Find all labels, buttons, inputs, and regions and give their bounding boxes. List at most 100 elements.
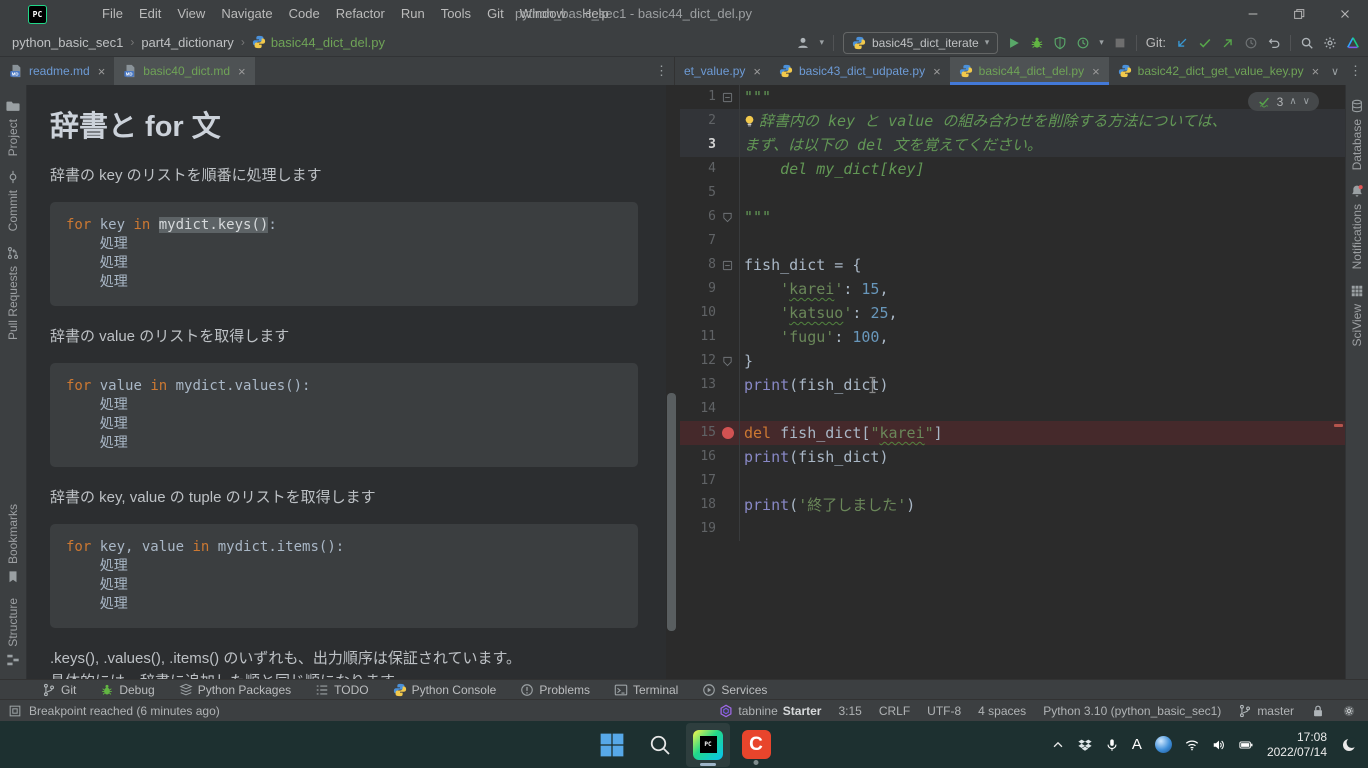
settings-badge-icon[interactable]: [1342, 704, 1356, 718]
editor-line-7[interactable]: 7: [680, 229, 1345, 253]
editor-line-10[interactable]: 10 'katsuo': 25,: [680, 301, 1345, 325]
lock-icon[interactable]: [1311, 704, 1325, 718]
tabnine-toolbar-icon[interactable]: [1346, 36, 1360, 50]
git-branch-widget[interactable]: master: [1238, 704, 1294, 718]
editor-tab-readme.md[interactable]: MDreadme.md×: [0, 57, 114, 85]
menu-edit[interactable]: Edit: [131, 0, 169, 28]
profiler-button[interactable]: [1076, 36, 1090, 50]
pycharm-taskbar-button[interactable]: PC: [686, 723, 730, 767]
search-everywhere-button[interactable]: [1300, 36, 1314, 50]
editor-line-12[interactable]: 12}: [680, 349, 1345, 373]
chevron-down-icon[interactable]: ∨: [1331, 65, 1339, 78]
editor-line-8[interactable]: 8fish_dict = {: [680, 253, 1345, 277]
taskbar-clock[interactable]: 17:08 2022/07/14: [1261, 730, 1333, 760]
indent-widget[interactable]: 4 spaces: [978, 704, 1026, 718]
fold-open-icon[interactable]: [722, 92, 733, 103]
stripe-item-pull-requests[interactable]: Pull Requests: [6, 246, 20, 340]
line-number[interactable]: 8: [680, 253, 716, 277]
stripe-item-project[interactable]: Project: [6, 99, 20, 156]
battery-tray-icon[interactable]: [1234, 725, 1258, 765]
editor-line-11[interactable]: 11 'fugu': 100,: [680, 325, 1345, 349]
tab-close-icon[interactable]: ×: [1312, 64, 1320, 79]
tray-app-icon[interactable]: [1150, 725, 1177, 765]
restore-button[interactable]: [1276, 0, 1322, 28]
gutter-icons[interactable]: [716, 469, 740, 493]
breakpoint-dot[interactable]: [722, 427, 734, 439]
code-editor[interactable]: 1"""2辞書内の key と value の組み合わせを削除する方法については…: [680, 85, 1345, 679]
line-number[interactable]: 17: [680, 469, 716, 493]
toolwindow-button-terminal[interactable]: Terminal: [602, 680, 690, 700]
gutter-icons[interactable]: [716, 277, 740, 301]
tray-chevron-up-icon[interactable]: [1046, 725, 1070, 765]
editor-line-16[interactable]: 16print(fish_dict): [680, 445, 1345, 469]
gutter-icons[interactable]: [716, 85, 740, 109]
gutter-icons[interactable]: [716, 229, 740, 253]
breadcrumb-item[interactable]: basic44_dict_del.py: [252, 35, 385, 50]
editor-line-17[interactable]: 17: [680, 469, 1345, 493]
menu-navigate[interactable]: Navigate: [213, 0, 280, 28]
menu-git[interactable]: Git: [479, 0, 512, 28]
gutter-icons[interactable]: [716, 253, 740, 277]
stripe-item-structure[interactable]: Structure: [6, 598, 20, 667]
gutter-icons[interactable]: [716, 181, 740, 205]
gutter-icons[interactable]: [716, 133, 740, 157]
line-number[interactable]: 10: [680, 301, 716, 325]
user-icon[interactable]: [796, 36, 810, 50]
menu-view[interactable]: View: [169, 0, 213, 28]
line-number[interactable]: 16: [680, 445, 716, 469]
editor-line-13[interactable]: 13print(fish_dict): [680, 373, 1345, 397]
focus-assist-moon-icon[interactable]: [1336, 725, 1362, 765]
rollback-button[interactable]: [1267, 36, 1281, 50]
gutter-icons[interactable]: [716, 445, 740, 469]
minimize-button[interactable]: [1230, 0, 1276, 28]
stripe-item-bookmarks[interactable]: Bookmarks: [6, 504, 20, 584]
editor-tab-basic40_dict.md[interactable]: MDbasic40_dict.md×: [114, 57, 254, 85]
error-stripe-mark[interactable]: [1334, 424, 1343, 427]
gutter-icons[interactable]: [716, 349, 740, 373]
prev-problem-icon[interactable]: ∧: [1289, 96, 1296, 107]
toolwindow-button-python-packages[interactable]: Python Packages: [167, 680, 303, 700]
commit-button[interactable]: [1198, 36, 1212, 50]
tab-close-icon[interactable]: ×: [1092, 64, 1100, 79]
wifi-tray-icon[interactable]: [1180, 725, 1204, 765]
debug-button[interactable]: [1030, 36, 1044, 50]
line-number[interactable]: 5: [680, 181, 716, 205]
toolwindow-button-git[interactable]: Git: [30, 680, 88, 700]
editor-line-1[interactable]: 1""": [680, 85, 1345, 109]
volume-tray-icon[interactable]: [1207, 725, 1231, 765]
settings-button[interactable]: [1323, 36, 1337, 50]
stop-button[interactable]: [1113, 36, 1127, 50]
breadcrumb-item[interactable]: python_basic_sec1: [12, 35, 123, 50]
line-number[interactable]: 9: [680, 277, 716, 301]
line-number[interactable]: 1: [680, 85, 716, 109]
menu-run[interactable]: Run: [393, 0, 433, 28]
encoding-widget[interactable]: UTF-8: [927, 704, 961, 718]
taskbar-search-button[interactable]: [638, 723, 682, 767]
line-number[interactable]: 4: [680, 157, 716, 181]
fold-open-icon[interactable]: [722, 260, 733, 271]
line-number[interactable]: 12: [680, 349, 716, 373]
line-number[interactable]: 14: [680, 397, 716, 421]
fold-end-icon[interactable]: [722, 212, 733, 223]
line-number[interactable]: 19: [680, 517, 716, 541]
camtasia-taskbar-button[interactable]: C: [734, 723, 778, 767]
ime-indicator[interactable]: A: [1127, 725, 1147, 765]
toolwindow-button-problems[interactable]: Problems: [508, 680, 602, 700]
history-button[interactable]: [1244, 36, 1258, 50]
editor-line-6[interactable]: 6""": [680, 205, 1345, 229]
push-button[interactable]: [1221, 36, 1235, 50]
gutter-icons[interactable]: [716, 325, 740, 349]
toolwindow-button-python-console[interactable]: Python Console: [381, 680, 509, 700]
editor-line-4[interactable]: 4 del my_dict[key]: [680, 157, 1345, 181]
tab-close-icon[interactable]: ×: [933, 64, 941, 79]
menu-file[interactable]: File: [94, 0, 131, 28]
gutter-icons[interactable]: [716, 493, 740, 517]
editor-line-18[interactable]: 18print('終了しました'): [680, 493, 1345, 517]
gutter-icons[interactable]: [716, 517, 740, 541]
caret-position-widget[interactable]: 3:15: [838, 704, 861, 718]
editor-line-5[interactable]: 5: [680, 181, 1345, 205]
editor-tab-basic43_dict_udpate.py[interactable]: basic43_dict_udpate.py×: [770, 57, 950, 85]
gutter-icons[interactable]: [716, 205, 740, 229]
editor-tab-basic42_dict_get_value_key.py[interactable]: basic42_dict_get_value_key.py×: [1109, 57, 1328, 85]
fold-end-icon[interactable]: [722, 356, 733, 367]
